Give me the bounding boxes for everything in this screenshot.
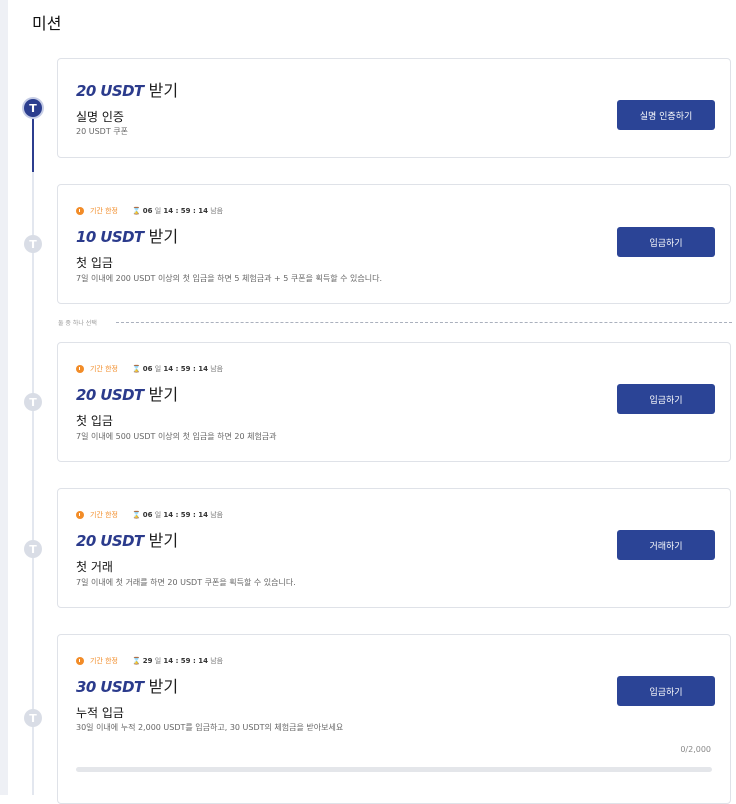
choose-one-label: 둘 중 하나 선택 xyxy=(58,320,97,327)
clock-icon xyxy=(76,207,84,215)
trade-button[interactable]: 거래하기 xyxy=(617,530,715,560)
mission-description: 7일 이내에 500 USDT 이상의 첫 입금을 하면 20 체험금과 xyxy=(76,432,277,441)
reward-amount: 20 USDT xyxy=(76,82,144,100)
mission-title: 첫 입금 xyxy=(76,414,113,428)
mission-description: 7일 이내에 200 USDT 이상의 첫 입금을 하면 5 체험금과 + 5 … xyxy=(76,274,382,283)
deposit-button[interactable]: 입금하기 xyxy=(617,676,715,706)
deposit-button[interactable]: 입금하기 xyxy=(617,227,715,257)
clock-icon xyxy=(76,657,84,665)
mission-card-verification: 20 USDT 받기 실명 인증 20 USDT 쿠폰 실명 인증하기 xyxy=(57,58,731,158)
limited-time-label: 기간 한정 xyxy=(90,207,118,215)
limited-time-label: 기간 한정 xyxy=(90,365,118,373)
mission-meta: 기간 한정 ⌛ 06 일 14 : 59 : 14 남음 xyxy=(76,510,223,520)
hourglass-icon: ⌛ xyxy=(132,207,141,215)
hourglass-icon: ⌛ xyxy=(132,365,141,373)
mission-card-cumulative-deposit: 기간 한정 ⌛ 29 일 14 : 59 : 14 남음 30 USDT 받기 … xyxy=(57,634,731,804)
reward-amount: 20 USDT xyxy=(76,532,144,550)
mission-meta: 기간 한정 ⌛ 06 일 14 : 59 : 14 남음 xyxy=(76,206,223,216)
reward-suffix: 받기 xyxy=(143,385,179,404)
reward-amount: 30 USDT xyxy=(76,678,144,696)
countdown-timer: 06 일 14 : 59 : 14 남음 xyxy=(142,365,224,373)
countdown-timer: 06 일 14 : 59 : 14 남음 xyxy=(142,207,224,215)
progress-count: 0/2,000 xyxy=(680,745,711,754)
reward-suffix: 받기 xyxy=(143,677,179,696)
countdown-timer: 06 일 14 : 59 : 14 남음 xyxy=(142,511,224,519)
hourglass-icon: ⌛ xyxy=(132,657,141,665)
mission-description: 20 USDT 쿠폰 xyxy=(76,127,128,136)
progress-bar xyxy=(76,767,712,772)
reward-heading: 20 USDT 받기 xyxy=(76,527,178,551)
limited-time-label: 기간 한정 xyxy=(90,657,118,665)
reward-amount: 20 USDT xyxy=(76,386,144,404)
mission-description: 7일 이내에 첫 거래를 하면 20 USDT 쿠폰을 획득할 수 있습니다. xyxy=(76,578,296,587)
clock-icon xyxy=(76,365,84,373)
mission-card-first-deposit-500: 기간 한정 ⌛ 06 일 14 : 59 : 14 남음 20 USDT 받기 … xyxy=(57,342,731,462)
hourglass-icon: ⌛ xyxy=(132,511,141,519)
reward-suffix: 받기 xyxy=(143,81,179,100)
mission-card-first-deposit-200: 기간 한정 ⌛ 06 일 14 : 59 : 14 남음 10 USDT 받기 … xyxy=(57,184,731,304)
reward-heading: 20 USDT 받기 xyxy=(76,77,178,101)
mission-meta: 기간 한정 ⌛ 06 일 14 : 59 : 14 남음 xyxy=(76,364,223,374)
timeline-line-pending xyxy=(32,172,34,795)
mission-card-first-trade: 기간 한정 ⌛ 06 일 14 : 59 : 14 남음 20 USDT 받기 … xyxy=(57,488,731,608)
tether-icon: T xyxy=(24,540,42,558)
choose-one-divider xyxy=(116,322,732,323)
mission-description: 30일 이내에 누적 2,000 USDT를 입금하고, 30 USDT의 체험… xyxy=(76,723,344,732)
verify-identity-button[interactable]: 실명 인증하기 xyxy=(617,100,715,130)
mission-title: 실명 인증 xyxy=(76,110,124,124)
clock-icon xyxy=(76,511,84,519)
tether-icon: T xyxy=(24,709,42,727)
mission-title: 첫 입금 xyxy=(76,256,113,270)
limited-time-label: 기간 한정 xyxy=(90,511,118,519)
reward-heading: 20 USDT 받기 xyxy=(76,381,178,405)
tether-icon: T xyxy=(24,235,42,253)
tether-icon: T xyxy=(24,393,42,411)
countdown-timer: 29 일 14 : 59 : 14 남음 xyxy=(142,657,224,665)
timeline-line-completed xyxy=(32,115,34,172)
reward-heading: 30 USDT 받기 xyxy=(76,673,178,697)
reward-suffix: 받기 xyxy=(143,531,179,550)
mission-title: 누적 입금 xyxy=(76,706,124,720)
reward-amount: 10 USDT xyxy=(76,228,144,246)
left-edge-strip xyxy=(0,0,8,795)
reward-suffix: 받기 xyxy=(143,227,179,246)
mission-meta: 기간 한정 ⌛ 29 일 14 : 59 : 14 남음 xyxy=(76,656,223,666)
deposit-button[interactable]: 입금하기 xyxy=(617,384,715,414)
mission-title: 첫 거래 xyxy=(76,560,113,574)
tether-icon: T xyxy=(24,99,42,117)
page-title: 미션 xyxy=(32,14,62,33)
reward-heading: 10 USDT 받기 xyxy=(76,223,178,247)
